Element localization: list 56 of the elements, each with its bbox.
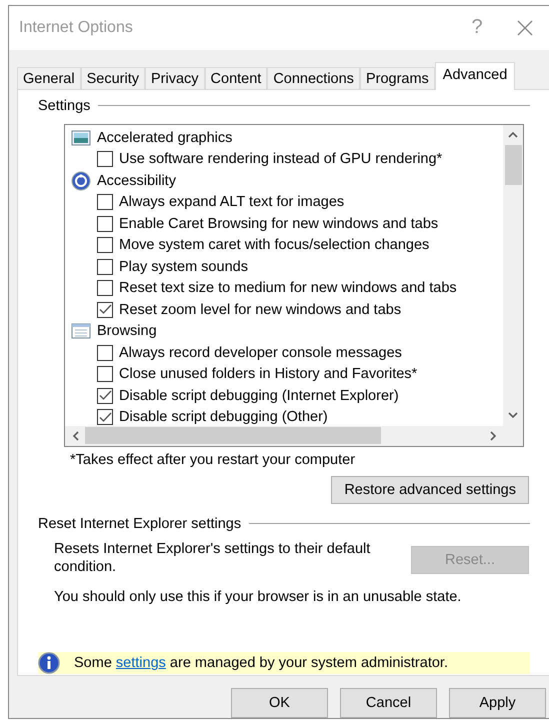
notice-text: Some settings are managed by your system administrator. xyxy=(74,655,448,672)
option-label[interactable]: Always expand ALT text for images xyxy=(119,194,344,210)
category-label: Browsing xyxy=(97,323,157,340)
tab[interactable]: General xyxy=(17,66,81,89)
restore-advanced-settings-button[interactable]: Restore advanced settings xyxy=(331,476,529,504)
checkbox[interactable] xyxy=(97,344,113,361)
group-title: Reset Internet Explorer settings xyxy=(38,516,242,532)
warning-text: You should only use this if your browser is in an unusable state. xyxy=(54,588,462,606)
option-label[interactable]: Disable script debugging (Internet Explorer) xyxy=(119,388,399,404)
chevron-down-icon xyxy=(508,412,518,420)
dialog-button[interactable]: OK xyxy=(231,688,328,718)
checkbox[interactable] xyxy=(97,194,113,210)
option-label[interactable]: Move system caret with focus/selection changes xyxy=(119,237,430,254)
option-label[interactable]: Play system sounds xyxy=(119,258,248,275)
dialog-button[interactable]: Apply xyxy=(449,688,546,718)
checkbox[interactable] xyxy=(97,409,113,426)
monitor-icon xyxy=(71,130,91,146)
window-icon xyxy=(71,323,91,340)
vertical-scrollbar[interactable] xyxy=(503,124,523,426)
checkbox[interactable] xyxy=(97,151,113,168)
dialog-button[interactable]: Cancel xyxy=(340,688,437,718)
tab[interactable]: Advanced xyxy=(434,62,516,90)
chevron-right-icon xyxy=(490,430,496,441)
checkbox[interactable] xyxy=(97,258,113,275)
option-label[interactable]: Disable script debugging (Other) xyxy=(119,409,328,426)
scrollbar-thumb[interactable] xyxy=(85,427,381,444)
checkbox[interactable] xyxy=(97,280,113,296)
settings-link[interactable]: settings xyxy=(116,655,166,672)
category-label: Accelerated graphics xyxy=(97,130,232,146)
checkbox[interactable] xyxy=(97,216,113,232)
accessibility-icon xyxy=(71,170,91,191)
checkbox[interactable] xyxy=(97,302,113,318)
tab[interactable]: Security xyxy=(80,66,145,89)
footnote-text: *Takes effect after you restart your computer xyxy=(70,452,356,468)
category-label: Accessibility xyxy=(97,172,176,189)
tab[interactable]: Content xyxy=(204,66,268,89)
scrollbar-thumb[interactable] xyxy=(504,144,522,185)
tab[interactable]: Connections xyxy=(267,66,360,89)
checkbox[interactable] xyxy=(97,388,113,404)
tab[interactable]: Programs xyxy=(360,66,435,89)
option-label[interactable]: Always record developer console messages xyxy=(119,344,402,361)
description-text: Resets Internet Explorer's settings to their default condition. xyxy=(54,540,372,576)
checkbox[interactable] xyxy=(97,237,113,254)
option-label[interactable]: Reset zoom level for new windows and tabs xyxy=(119,302,402,318)
tab[interactable]: Privacy xyxy=(144,66,205,89)
chevron-left-icon xyxy=(72,430,78,441)
horizontal-scrollbar[interactable] xyxy=(65,426,503,446)
option-label[interactable]: Close unused folders in History and Favorites* xyxy=(119,366,418,382)
window-title: Internet Options xyxy=(19,18,134,37)
group-title: Settings xyxy=(38,98,90,114)
close-icon xyxy=(517,20,533,36)
option-label[interactable]: Enable Caret Browsing for new windows and tabs xyxy=(119,216,438,232)
option-label[interactable]: Reset text size to medium for new windows and tabs xyxy=(119,280,457,296)
checkbox[interactable] xyxy=(97,366,113,382)
chevron-up-icon xyxy=(508,131,518,138)
option-label[interactable]: Use software rendering instead of GPU rendering* xyxy=(119,151,442,168)
